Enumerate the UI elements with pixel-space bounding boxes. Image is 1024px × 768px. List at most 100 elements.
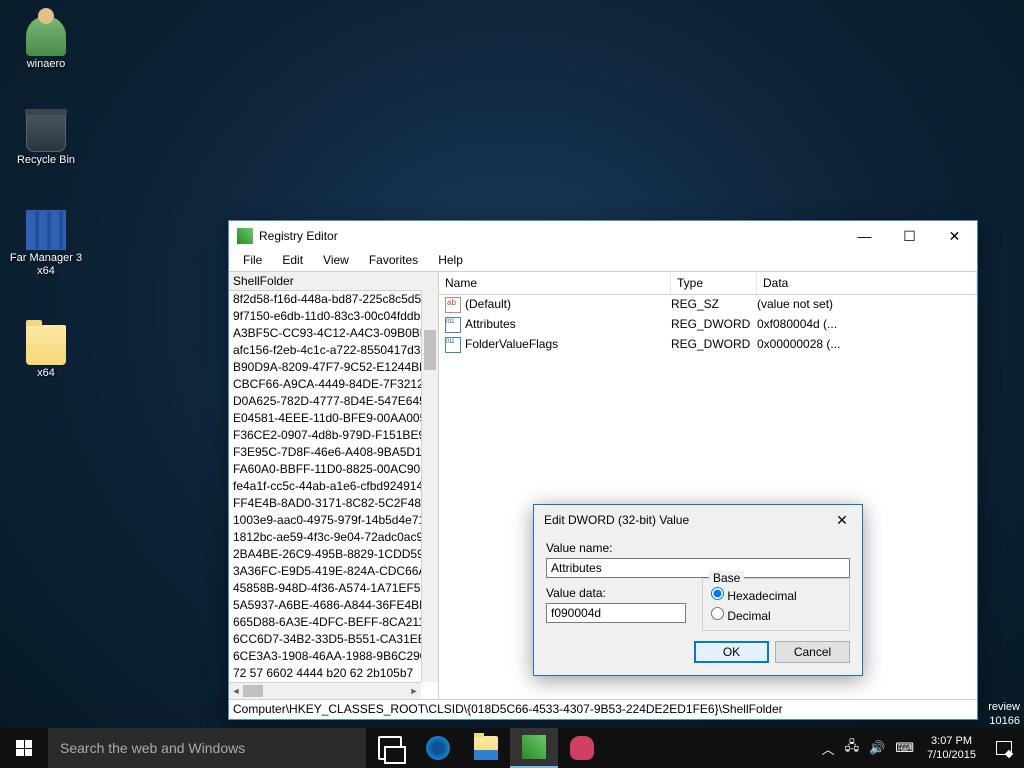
menu-help[interactable]: Help bbox=[428, 251, 473, 271]
tray-keyboard-icon[interactable]: ⌨ bbox=[890, 740, 919, 756]
radio-dec-input[interactable] bbox=[711, 607, 724, 620]
desktop-icon-far-manager[interactable]: Far Manager 3 x64 bbox=[8, 210, 84, 278]
tree-item[interactable]: 1812bc-ae59-4f3c-9e04-72adc0ac9da bbox=[233, 529, 438, 546]
explorer-button[interactable] bbox=[462, 728, 510, 768]
ok-button[interactable]: OK bbox=[694, 641, 769, 663]
tree-item[interactable]: FF4E4B-8AD0-3171-8C82-5C2F48B87E bbox=[233, 495, 438, 512]
search-placeholder: Search the web and Windows bbox=[60, 740, 245, 756]
tree-item[interactable]: CBCF66-A9CA-4449-84DE-7F321232B bbox=[233, 376, 438, 393]
tree-item[interactable]: F3E95C-7D8F-46e6-A408-9BA5D1FA50 bbox=[233, 444, 438, 461]
tray-network-icon[interactable]: 🖧 bbox=[840, 737, 865, 759]
dialog-titlebar[interactable]: Edit DWORD (32-bit) Value ✕ bbox=[534, 505, 862, 535]
notification-icon bbox=[996, 741, 1012, 755]
user-icon bbox=[26, 16, 66, 56]
desktop-icon-winaero[interactable]: winaero bbox=[8, 16, 84, 71]
dialog-body: Value name: Value data: Base Hexadecimal… bbox=[534, 535, 862, 675]
start-button[interactable] bbox=[0, 728, 48, 768]
column-name[interactable]: Name bbox=[439, 272, 671, 294]
tree-item[interactable]: 5A5937-A6BE-4686-A844-36FE4BEC8E bbox=[233, 597, 438, 614]
tree-item[interactable]: FA60A0-BBFF-11D0-8825-00AC903B8 bbox=[233, 461, 438, 478]
column-data[interactable]: Data bbox=[757, 272, 977, 294]
close-button[interactable]: ✕ bbox=[932, 222, 977, 251]
menu-edit[interactable]: Edit bbox=[272, 251, 313, 271]
tree-item[interactable]: 72 57 6602 4444 b20 62 2b105b7 bbox=[233, 665, 438, 682]
tree-item[interactable]: 665D88-6A3E-4DFC-BEFF-8CA2118A5 bbox=[233, 614, 438, 631]
watermark: review 10166 bbox=[988, 700, 1024, 729]
value-name-input[interactable] bbox=[546, 558, 850, 578]
value-name: (Default) bbox=[465, 297, 671, 313]
menu-view[interactable]: View bbox=[313, 251, 359, 271]
tray-chevron[interactable]: ︿ bbox=[817, 739, 840, 758]
clock[interactable]: 3:07 PM 7/10/2015 bbox=[919, 734, 984, 763]
value-data: (value not set) bbox=[757, 297, 977, 313]
dialog-close-button[interactable]: ✕ bbox=[822, 506, 862, 535]
tree-item[interactable]: 1003e9-aac0-4975-979f-14b5d4e717f8 bbox=[233, 512, 438, 529]
scroll-right-arrow[interactable]: ► bbox=[407, 683, 421, 699]
value-row[interactable]: (Default)REG_SZ(value not set) bbox=[439, 295, 977, 315]
windows-logo-icon bbox=[16, 740, 32, 756]
desktop-icon-label: x64 bbox=[8, 367, 84, 380]
regedit-taskbar-button[interactable] bbox=[510, 728, 558, 768]
tree-item[interactable]: F36CE2-0907-4d8b-979D-F151BE91C8 bbox=[233, 427, 438, 444]
radio-decimal[interactable]: Decimal bbox=[711, 605, 841, 625]
value-data-label: Value data: bbox=[546, 586, 686, 600]
radio-hex-input[interactable] bbox=[711, 587, 724, 600]
desktop-icon-label: Recycle Bin bbox=[8, 154, 84, 167]
desktop-icon-recycle-bin[interactable]: Recycle Bin bbox=[8, 112, 84, 167]
titlebar[interactable]: Registry Editor — ☐ ✕ bbox=[229, 221, 977, 251]
statusbar: Computer\HKEY_CLASSES_ROOT\CLSID\{018D5C… bbox=[229, 699, 977, 719]
value-data-input[interactable] bbox=[546, 603, 686, 623]
tree-item[interactable]: B90D9A-8209-47F7-9C52-E1244BF50C bbox=[233, 359, 438, 376]
tree-item[interactable]: D0A625-782D-4777-8D4E-547E6457FA bbox=[233, 393, 438, 410]
list-header: Name Type Data bbox=[439, 272, 977, 295]
value-data: 0x00000028 (... bbox=[757, 337, 977, 353]
column-type[interactable]: Type bbox=[671, 272, 757, 294]
tree-header[interactable]: ShellFolder bbox=[229, 272, 438, 291]
minimize-button[interactable]: — bbox=[842, 222, 887, 251]
menu-favorites[interactable]: Favorites bbox=[359, 251, 428, 271]
scrollbar-thumb[interactable] bbox=[243, 685, 263, 697]
tree-item[interactable]: fe4a1f-cc5c-44ab-a1e6-cfbd9249146c bbox=[233, 478, 438, 495]
tree-item[interactable]: 45858B-948D-4f36-A574-1A71EF5111C bbox=[233, 580, 438, 597]
scrollbar-thumb[interactable] bbox=[424, 330, 436, 370]
tree-scrollbar-vertical[interactable] bbox=[421, 290, 438, 682]
tree-item[interactable]: 2BA4BE-26C9-495B-8829-1CDD59467 bbox=[233, 546, 438, 563]
value-row[interactable]: AttributesREG_DWORD0xf080004d (... bbox=[439, 315, 977, 335]
task-view-button[interactable] bbox=[366, 728, 414, 768]
value-name: Attributes bbox=[465, 317, 671, 333]
app-taskbar-button[interactable] bbox=[558, 728, 606, 768]
value-type: REG_DWORD bbox=[671, 317, 757, 333]
value-type-icon bbox=[445, 337, 461, 353]
base-group-label: Base bbox=[709, 571, 744, 585]
tree-item[interactable]: 6CC6D7-34B2-33D5-B551-CA31EB6CE bbox=[233, 631, 438, 648]
maximize-button[interactable]: ☐ bbox=[887, 222, 932, 251]
cancel-button[interactable]: Cancel bbox=[775, 641, 850, 663]
value-type: REG_SZ bbox=[671, 297, 757, 313]
clock-date: 7/10/2015 bbox=[927, 748, 976, 762]
value-row[interactable]: FolderValueFlagsREG_DWORD0x00000028 (... bbox=[439, 335, 977, 355]
radio-hexadecimal[interactable]: Hexadecimal bbox=[711, 585, 841, 605]
tree-item[interactable]: 8f2d58-f16d-448a-bd87-225c8c5d5c94 bbox=[233, 291, 438, 308]
action-center-button[interactable] bbox=[984, 728, 1024, 768]
tree-item[interactable]: A3BF5C-CC93-4C12-A4C3-09B0BBE7F bbox=[233, 325, 438, 342]
tree-scrollbar-horizontal[interactable]: ◄ ► bbox=[229, 682, 421, 699]
recycle-bin-icon bbox=[26, 112, 66, 152]
clock-time: 3:07 PM bbox=[927, 734, 976, 748]
tree-item[interactable]: 9f7150-e6db-11d0-83c3-00c04fddb82 bbox=[233, 308, 438, 325]
scroll-left-arrow[interactable]: ◄ bbox=[229, 683, 243, 699]
tree-item[interactable]: E04581-4EEE-11d0-BFE9-00AA005B43 bbox=[233, 410, 438, 427]
tree-item[interactable]: afc156-f2eb-4c1c-a722-8550417d396f bbox=[233, 342, 438, 359]
folder-icon bbox=[26, 325, 66, 365]
menu-file[interactable]: File bbox=[233, 251, 272, 271]
desktop-icon-x64-folder[interactable]: x64 bbox=[8, 325, 84, 380]
edge-button[interactable] bbox=[414, 728, 462, 768]
value-name-label: Value name: bbox=[546, 541, 850, 555]
search-box[interactable]: Search the web and Windows bbox=[48, 728, 366, 768]
tree-item[interactable]: 6CE3A3-1908-46AA-1988-9B6C290DB bbox=[233, 648, 438, 665]
tray-volume-icon[interactable]: 🔊 bbox=[864, 740, 890, 756]
desktop-icon-label: Far Manager 3 x64 bbox=[8, 252, 84, 278]
tree-list[interactable]: 8f2d58-f16d-448a-bd87-225c8c5d5c949f7150… bbox=[229, 291, 438, 699]
tree-item[interactable]: 3A36FC-E9D5-419E-824A-CDC66A116 bbox=[233, 563, 438, 580]
value-type: REG_DWORD bbox=[671, 337, 757, 353]
system-tray: ︿ 🖧 🔊 ⌨ 3:07 PM 7/10/2015 bbox=[817, 728, 1024, 768]
